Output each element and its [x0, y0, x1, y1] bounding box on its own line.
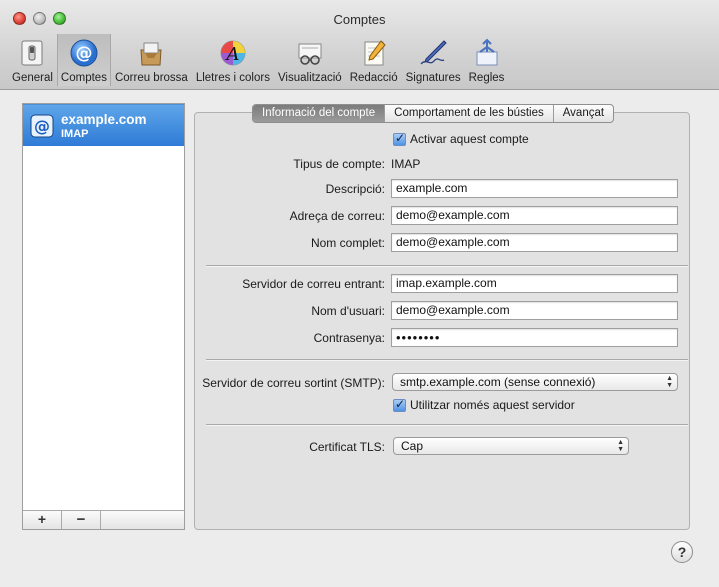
- pencil-paper-icon: [358, 37, 390, 69]
- incoming-server-field[interactable]: imap.example.com: [391, 274, 678, 293]
- email-field[interactable]: demo@example.com: [391, 206, 678, 225]
- email-label: Adreça de correu:: [289, 209, 385, 223]
- toolbar-fonts-label: Lletres i colors: [195, 72, 270, 84]
- enable-account-label: Activar aquest compte: [410, 132, 529, 146]
- toolbar-junk-label: Correu brossa: [114, 72, 188, 84]
- accounts-list: @ example.com IMAP + −: [22, 103, 185, 530]
- toolbar-composing[interactable]: Redacció: [346, 34, 402, 86]
- glasses-icon: [294, 37, 326, 69]
- at-sign-icon: @: [68, 37, 100, 69]
- toolbar-accounts[interactable]: @ Comptes: [56, 34, 111, 86]
- description-field[interactable]: example.com: [391, 179, 678, 198]
- svg-text:A: A: [224, 44, 239, 65]
- toolbar-fonts[interactable]: A Lletres i colors: [192, 34, 274, 86]
- at-sign-icon: @: [30, 114, 54, 138]
- section-divider: [206, 359, 688, 360]
- full-name-label: Nom complet:: [310, 236, 385, 250]
- only-server-label: Utilitzar només aquest servidor: [410, 398, 575, 412]
- enable-account-checkbox[interactable]: [393, 131, 406, 146]
- account-buttons-bar: + −: [23, 510, 184, 529]
- pen-icon: [417, 37, 449, 69]
- smtp-server-select[interactable]: smtp.example.com (sense connexió) ▲ ▼: [392, 373, 678, 391]
- username-label: Nom d'usuari:: [311, 304, 385, 318]
- tab-account-information[interactable]: Informació del compte: [253, 105, 386, 122]
- section-divider: [206, 424, 688, 425]
- title-toolbar: Comptes General @ Comptes Correu brossa …: [0, 0, 719, 90]
- incoming-server-label: Servidor de correu entrant:: [242, 277, 385, 291]
- description-label: Descripció:: [325, 182, 385, 196]
- full-name-field[interactable]: demo@example.com: [391, 233, 678, 252]
- toolbar-viewing-label: Visualització: [277, 72, 342, 84]
- remove-account-button[interactable]: −: [62, 511, 101, 529]
- account-row[interactable]: @ example.com IMAP: [23, 104, 184, 146]
- password-field[interactable]: ••••••••: [391, 328, 678, 347]
- toolbar-viewing[interactable]: Visualització: [274, 34, 346, 86]
- tls-certificate-label: Certificat TLS:: [309, 440, 385, 454]
- account-type: IMAP: [61, 128, 89, 140]
- chevron-up-down-icon: ▲ ▼: [666, 375, 673, 389]
- password-label: Contrasenya:: [313, 331, 385, 345]
- toolbar-rules-label: Regles: [468, 72, 505, 84]
- switch-icon: [16, 37, 48, 69]
- rules-icon: [471, 37, 503, 69]
- toolbar-junk[interactable]: Correu brossa: [111, 34, 192, 86]
- smtp-server-value: smtp.example.com (sense connexió): [400, 375, 596, 389]
- tab-advanced[interactable]: Avançat: [554, 105, 613, 122]
- toolbar-signatures[interactable]: Signatures: [402, 34, 465, 86]
- font-color-icon: A: [217, 37, 249, 69]
- preferences-toolbar: General @ Comptes Correu brossa A Lletre…: [8, 34, 508, 86]
- smtp-server-label: Servidor de correu sortint (SMTP):: [202, 376, 385, 390]
- toolbar-general[interactable]: General: [8, 34, 57, 86]
- toolbar-composing-label: Redacció: [349, 72, 398, 84]
- tls-certificate-select[interactable]: Cap ▲ ▼: [393, 437, 629, 455]
- enable-account-checkbox-row[interactable]: Activar aquest compte: [393, 131, 529, 146]
- settings-tabs: Informació del compte Comportament de le…: [252, 104, 615, 123]
- toolbar-accounts-label: Comptes: [60, 72, 107, 84]
- toolbar-general-label: General: [12, 72, 53, 84]
- username-field[interactable]: demo@example.com: [391, 301, 678, 320]
- account-name: example.com: [61, 112, 147, 127]
- tls-certificate-value: Cap: [401, 439, 424, 453]
- help-button[interactable]: ?: [671, 541, 693, 563]
- toolbar-rules[interactable]: Regles: [465, 34, 509, 86]
- only-server-checkbox-row[interactable]: Utilitzar només aquest servidor: [393, 397, 575, 412]
- account-type-label: Tipus de compte:: [293, 157, 385, 171]
- preferences-window: Comptes General @ Comptes Correu brossa …: [0, 0, 719, 587]
- section-divider: [206, 265, 688, 266]
- toolbar-signatures-label: Signatures: [405, 72, 461, 84]
- tab-mailbox-behaviors[interactable]: Comportament de les bústies: [385, 105, 554, 122]
- chevron-up-down-icon: ▲ ▼: [617, 439, 624, 453]
- account-type-value: IMAP: [391, 157, 421, 171]
- svg-text:@: @: [75, 44, 92, 64]
- window-title: Comptes: [333, 12, 386, 27]
- add-account-button[interactable]: +: [23, 511, 62, 529]
- account-settings-panel: [194, 112, 690, 530]
- only-server-checkbox[interactable]: [393, 397, 406, 412]
- junk-mail-icon: [135, 37, 167, 69]
- svg-text:@: @: [34, 117, 50, 136]
